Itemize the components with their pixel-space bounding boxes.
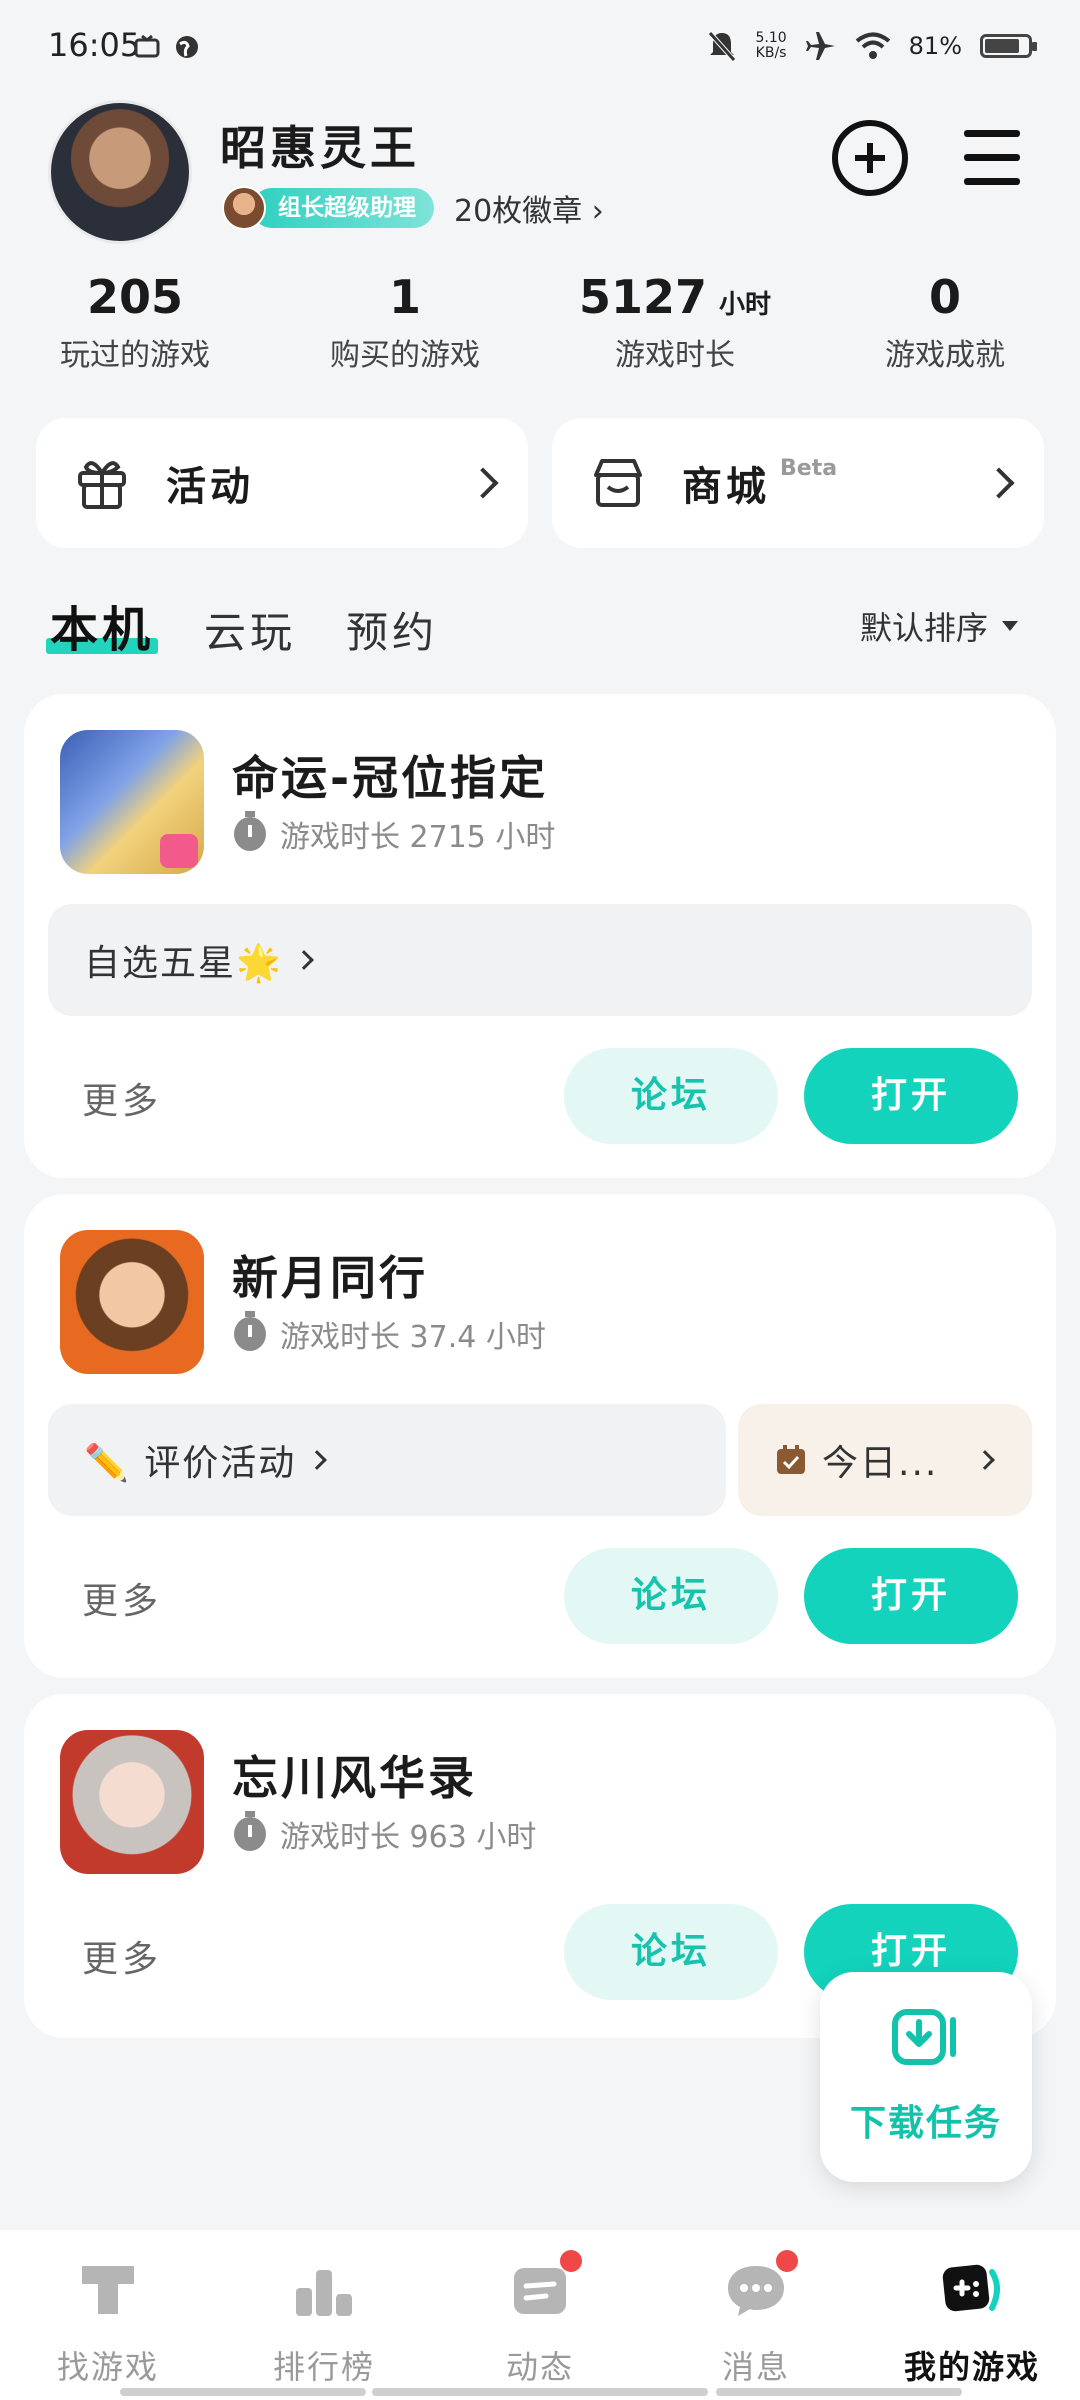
- stats-row: 205 玩过的游戏 1 购买的游戏 5127 小时 游戏时长 0 游戏成就: [0, 270, 1080, 374]
- mall-label: 商城: [682, 464, 770, 510]
- caret-down-icon: [1002, 621, 1018, 631]
- stat-achievements[interactable]: 0 游戏成就: [810, 270, 1080, 374]
- game-playtime: 游戏时长 37.4 小时: [234, 1311, 546, 1356]
- status-left-icons: [134, 34, 200, 60]
- add-button[interactable]: [832, 120, 908, 196]
- globe-icon: [176, 36, 198, 58]
- tab-cloud[interactable]: 云玩: [204, 599, 296, 660]
- tab-reserved[interactable]: 预约: [346, 599, 438, 660]
- game-card: 新月同行 游戏时长 37.4 小时 ✏️ 评价活动 今日... 更多 论坛 打开: [24, 1194, 1056, 1678]
- bilibili-icon: [160, 834, 198, 868]
- nav-messages[interactable]: 消息: [648, 2230, 864, 2400]
- chevron-right-icon: [975, 1450, 996, 1470]
- stat-games-played[interactable]: 205 玩过的游戏: [0, 270, 270, 374]
- nav-ranking[interactable]: 排行榜: [216, 2230, 432, 2400]
- download-task-button[interactable]: 下载任务: [820, 1972, 1032, 2182]
- game-name[interactable]: 新月同行: [232, 1242, 428, 1308]
- chevron-right-icon: [293, 950, 314, 970]
- battery-percent: 81%: [908, 32, 962, 60]
- nav-my-games[interactable]: 我的游戏: [864, 2230, 1080, 2400]
- game-icon[interactable]: [60, 1730, 204, 1874]
- menu-line-icon: [964, 154, 1020, 161]
- game-icon[interactable]: [60, 1230, 204, 1374]
- chevron-right-icon: [983, 467, 1015, 499]
- calendar-check-icon: [777, 1445, 805, 1474]
- game-playtime: 游戏时长 963 小时: [234, 1811, 536, 1856]
- game-card: 命运-冠位指定 游戏时长 2715 小时 自选五星🌟 更多 论坛 打开: [24, 694, 1056, 1178]
- review-activity-banner[interactable]: ✏️ 评价活动: [48, 1404, 726, 1516]
- game-playtime: 游戏时长 2715 小时: [234, 811, 555, 856]
- nav-feed[interactable]: 动态: [432, 2230, 648, 2400]
- forum-button[interactable]: 论坛: [564, 1548, 778, 1644]
- store-icon: [594, 459, 642, 507]
- tv-icon: [134, 34, 160, 58]
- chevron-right-icon: [307, 1450, 328, 1470]
- today-banner[interactable]: 今日...: [738, 1404, 1032, 1516]
- airplane-icon: [805, 32, 835, 60]
- role-badge: 组长超级助理: [252, 188, 434, 228]
- tab-local[interactable]: 本机: [45, 590, 159, 660]
- more-button[interactable]: 更多: [82, 1072, 162, 1124]
- gift-icon: [78, 461, 126, 509]
- menu-line-icon: [964, 130, 1020, 137]
- find-game-icon: [82, 2266, 134, 2314]
- my-games-icon: [942, 2264, 1000, 2312]
- battery-icon: [980, 34, 1037, 58]
- medals-link[interactable]: 20枚徽章 ›: [454, 186, 604, 230]
- chevron-right-icon: [467, 467, 499, 499]
- sort-dropdown[interactable]: 默认排序: [860, 603, 1018, 649]
- menu-button[interactable]: [960, 120, 1036, 196]
- more-button[interactable]: 更多: [82, 1572, 162, 1624]
- open-button[interactable]: 打开: [804, 1048, 1018, 1144]
- mall-card[interactable]: 商城 Beta: [552, 418, 1044, 548]
- open-button[interactable]: 打开: [804, 1548, 1018, 1644]
- stopwatch-icon: [234, 1811, 266, 1851]
- mute-bell-icon: [708, 31, 737, 62]
- stat-games-bought[interactable]: 1 购买的游戏: [270, 270, 540, 374]
- badge-avatar-icon: [222, 186, 266, 230]
- sort-label: 默认排序: [859, 609, 988, 647]
- game-name[interactable]: 忘川风华录: [232, 1742, 477, 1808]
- nav-find-game[interactable]: 找游戏: [0, 2230, 216, 2400]
- promo-banner[interactable]: 自选五星🌟: [48, 904, 1032, 1016]
- battery-fill: [985, 39, 1019, 53]
- status-time: 16:05: [48, 26, 141, 64]
- status-right: 5.10 KB/s 81%: [707, 30, 1037, 62]
- game-name[interactable]: 命运-冠位指定: [232, 742, 548, 808]
- beta-tag: Beta: [780, 456, 838, 481]
- badge-row[interactable]: 组长超级助理 20枚徽章 ›: [222, 186, 604, 230]
- gesture-bar: [120, 2388, 366, 2396]
- forum-button[interactable]: 论坛: [564, 1048, 778, 1144]
- download-task-label: 下载任务: [849, 2103, 1002, 2144]
- more-button[interactable]: 更多: [82, 1930, 162, 1982]
- forum-button[interactable]: 论坛: [564, 1904, 778, 2000]
- bottom-nav: 找游戏 排行榜 动态 消息 我的游戏: [0, 2230, 1080, 2400]
- gesture-bar: [372, 2388, 708, 2396]
- activity-card[interactable]: 活动: [36, 418, 528, 548]
- status-bar: 16:05 5.10 KB/s 81%: [0, 0, 1080, 100]
- game-tabs: 本机 云玩 预约: [45, 590, 438, 660]
- gesture-bar: [716, 2388, 962, 2396]
- wifi-icon: [855, 32, 890, 59]
- game-icon[interactable]: [60, 730, 204, 874]
- net-speed: 5.10 KB/s: [755, 30, 787, 61]
- avatar[interactable]: [48, 100, 192, 244]
- notification-dot: [776, 2250, 798, 2272]
- download-icon: [892, 2009, 956, 2065]
- menu-line-icon: [964, 178, 1020, 185]
- stat-playtime[interactable]: 5127 小时 游戏时长: [540, 270, 810, 374]
- stopwatch-icon: [234, 1311, 266, 1351]
- notification-dot: [560, 2250, 582, 2272]
- username[interactable]: 昭惠灵王: [220, 112, 420, 178]
- activity-label: 活动: [166, 464, 254, 510]
- stopwatch-icon: [234, 811, 266, 851]
- ranking-icon: [296, 2270, 352, 2316]
